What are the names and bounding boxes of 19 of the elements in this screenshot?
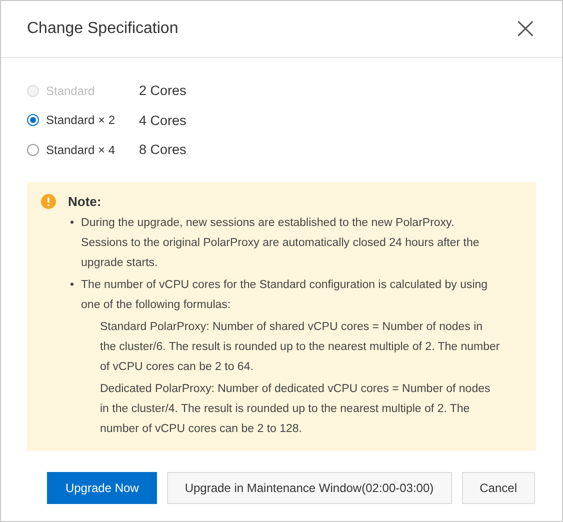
dialog-title: Change Specification (27, 20, 178, 38)
note-title: Note: (68, 194, 102, 208)
radio-option[interactable]: Standard × 2 (27, 113, 139, 128)
warning-icon (41, 194, 56, 208)
cores-label: 8 Cores (139, 142, 186, 158)
upgrade-button[interactable]: Upgrade Now (47, 472, 157, 504)
action-button[interactable]: Upgrade in Maintenance Window(02:00-03:00) (166, 472, 452, 504)
action-button[interactable]: Cancel (462, 472, 535, 504)
radio-option: Standard (27, 84, 139, 98)
formula-text: Dedicated PolarProxy: Number of dedicated vCPU cores = Number of nodes in the cluster/4. The result is rounded up to the nearest multiple of 2. The number of vCPU cores can be 2 to 128. (100, 382, 492, 436)
radio-option[interactable]: Standard × 4 (27, 142, 139, 157)
cores-label: 4 Cores (139, 112, 186, 128)
note-text: During the upgrade, new sessions are established to the new PolarProxy. Sessions to the original PolarProxy are automatically closed 24 hours after the upgrade starts. (81, 216, 480, 270)
close-button[interactable]: × (512, 14, 538, 44)
bullet-mark: • (70, 278, 74, 292)
formula-text: Standard PolarProxy: Number of shared vCPU cores = Number of nodes in the cluster/6. The result is rounded up to the nearest multiple of 2. The number of vCPU cores can be 2 to 64. (100, 320, 500, 374)
bullet-mark: • (70, 216, 74, 230)
note-text: The number of vCPU cores for the Standard configuration is calculated by using one of the following formulas: (81, 278, 489, 312)
cores-label: 2 Cores (139, 83, 186, 98)
